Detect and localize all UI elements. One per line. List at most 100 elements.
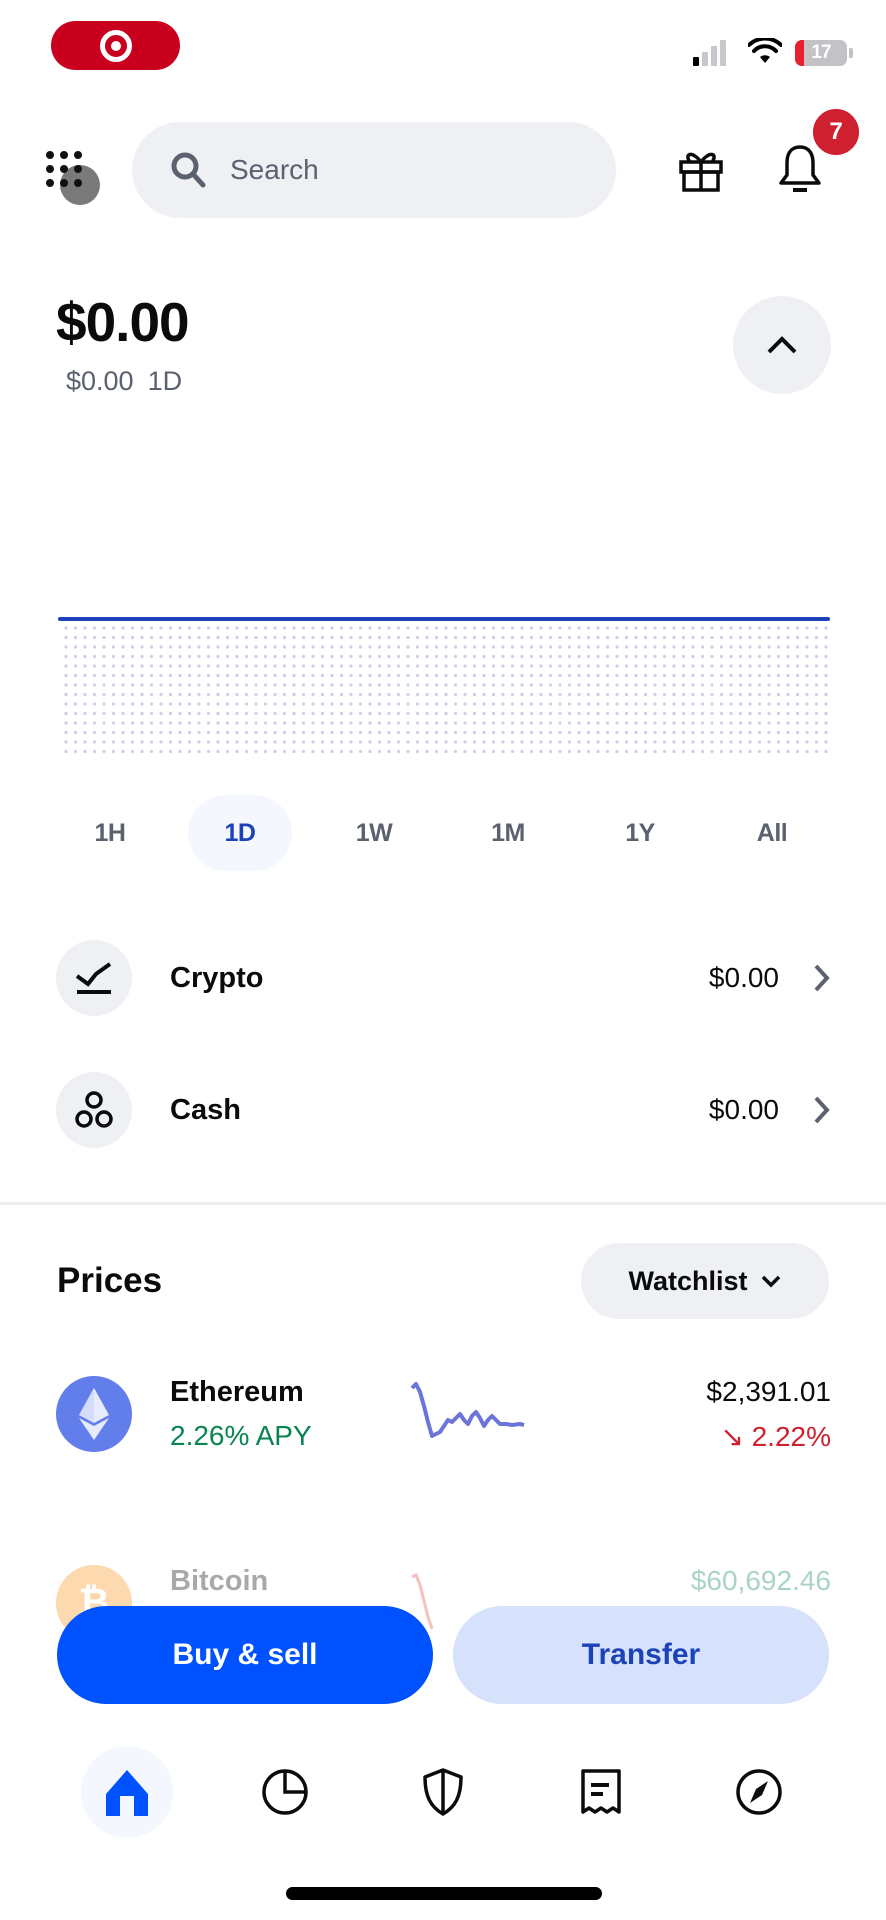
timeframe-1h[interactable]: 1H <box>58 795 162 871</box>
chart-fill-dot <box>149 645 154 649</box>
chart-fill-dot <box>434 730 439 735</box>
chart-fill-dot <box>282 730 287 735</box>
asset-name: Ethereum <box>170 1376 304 1408</box>
transfer-button[interactable]: Transfer <box>453 1606 829 1704</box>
chart-fill-dot <box>539 683 543 687</box>
chart-fill-dot <box>577 645 581 649</box>
chart-fill-dot <box>700 635 705 640</box>
buy-sell-button[interactable]: Buy & sell <box>57 1606 433 1704</box>
chart-fill-dot <box>710 673 714 678</box>
chart-fill-dot <box>377 749 382 754</box>
chart-fill-dot <box>482 721 486 725</box>
chart-fill-dot <box>757 702 762 706</box>
chart-fill-dot <box>558 635 562 640</box>
chart-fill-dot <box>387 626 391 630</box>
chart-fill-dot <box>672 730 676 735</box>
chart-fill-dot <box>729 635 733 640</box>
chart-fill-dot <box>615 692 619 697</box>
account-value: $0.00 <box>708 962 779 993</box>
chart-fill-dot <box>121 673 125 678</box>
chart-fill-dot <box>615 711 619 716</box>
chart-fill-dot <box>235 702 239 706</box>
chart-fill-dot <box>83 645 87 649</box>
timeframe-1w[interactable]: 1W <box>322 795 426 871</box>
screen-recording-indicator[interactable] <box>51 21 180 70</box>
portfolio-chart[interactable] <box>58 612 830 757</box>
bell-icon[interactable] <box>778 143 822 195</box>
chart-fill-dot <box>539 702 543 706</box>
timeframe-all[interactable]: All <box>720 795 824 871</box>
chart-fill-dot <box>482 730 486 735</box>
chart-fill-dot <box>653 673 657 678</box>
chart-fill-dot <box>197 664 201 668</box>
chart-fill-dot <box>681 683 686 687</box>
shield-icon <box>423 1768 463 1816</box>
chart-fill-dot <box>577 749 581 754</box>
chart-fill-dot <box>206 626 211 630</box>
chart-fill-dot <box>140 702 144 706</box>
chart-fill-dot <box>786 673 790 678</box>
chevron-right-icon <box>814 964 830 992</box>
chart-fill-dot <box>159 740 163 744</box>
chart-fill-dot <box>672 654 676 659</box>
timeframe-1d[interactable]: 1D <box>188 795 292 871</box>
chart-fill-dot <box>729 673 733 678</box>
chart-fill-dot <box>605 654 610 659</box>
chart-fill-dot <box>757 730 762 735</box>
watchlist-dropdown[interactable]: Watchlist <box>581 1243 829 1319</box>
chart-fill-dot <box>453 683 458 687</box>
nav-explore[interactable] <box>713 1746 805 1838</box>
chart-fill-dot <box>444 740 448 744</box>
chart-fill-dot <box>824 702 828 706</box>
chart-fill-dot <box>149 749 154 754</box>
chart-fill-dot <box>624 664 629 668</box>
chart-fill-dot <box>729 654 733 659</box>
gift-icon[interactable] <box>678 148 724 192</box>
chart-fill-dot <box>311 740 315 744</box>
chart-fill-dot <box>425 654 429 659</box>
chart-fill-dot <box>501 730 505 735</box>
chart-fill-dot <box>311 673 315 678</box>
chart-fill-dot <box>776 626 781 630</box>
chart-fill-dot <box>738 654 743 659</box>
record-icon <box>99 29 132 62</box>
nav-portfolio[interactable] <box>239 1746 331 1838</box>
chart-fill-dot <box>605 749 610 754</box>
chart-fill-dot <box>320 635 325 640</box>
chart-fill-dot <box>311 721 315 725</box>
chart-fill-dot <box>387 645 391 649</box>
chart-fill-dot <box>178 683 182 687</box>
chart-fill-dot <box>149 740 154 744</box>
nav-transactions[interactable] <box>555 1746 647 1838</box>
chart-fill-dot <box>415 664 420 668</box>
chart-fill-dot <box>358 740 363 744</box>
chart-fill-dot <box>244 740 249 744</box>
home-indicator[interactable] <box>286 1887 602 1900</box>
nav-security[interactable] <box>397 1746 489 1838</box>
chart-fill-dot <box>111 626 116 630</box>
account-row-crypto[interactable]: Crypto $0.00 <box>56 938 831 1018</box>
chart-fill-dot <box>548 740 553 744</box>
chart-fill-dot <box>472 740 477 744</box>
timeframe-1y[interactable]: 1Y <box>588 795 692 871</box>
apps-grid-icon[interactable] <box>44 149 100 205</box>
chart-fill-dot <box>748 635 752 640</box>
chart-fill-dot <box>225 711 230 716</box>
nav-home[interactable] <box>81 1746 173 1838</box>
chart-fill-dot <box>814 692 819 697</box>
chart-fill-dot <box>767 673 771 678</box>
chart-fill-dot <box>681 692 686 697</box>
search-input[interactable]: Search <box>132 122 616 218</box>
chart-fill-dot <box>463 673 467 678</box>
chart-fill-dot <box>64 749 68 754</box>
timeframe-1m[interactable]: 1M <box>456 795 560 871</box>
asset-row-ethereum[interactable]: Ethereum 2.26% APY $2,391.01 ↘ 2.22% <box>56 1376 831 1466</box>
chart-fill-dot <box>235 645 239 649</box>
collapse-chart-button[interactable] <box>733 296 831 394</box>
chart-fill-dot <box>444 730 448 735</box>
chart-fill-dot <box>311 730 315 735</box>
chart-fill-dot <box>729 711 733 716</box>
chart-fill-dot <box>320 702 325 706</box>
account-row-cash[interactable]: Cash $0.00 <box>56 1070 831 1150</box>
chart-fill-dot <box>681 749 686 754</box>
